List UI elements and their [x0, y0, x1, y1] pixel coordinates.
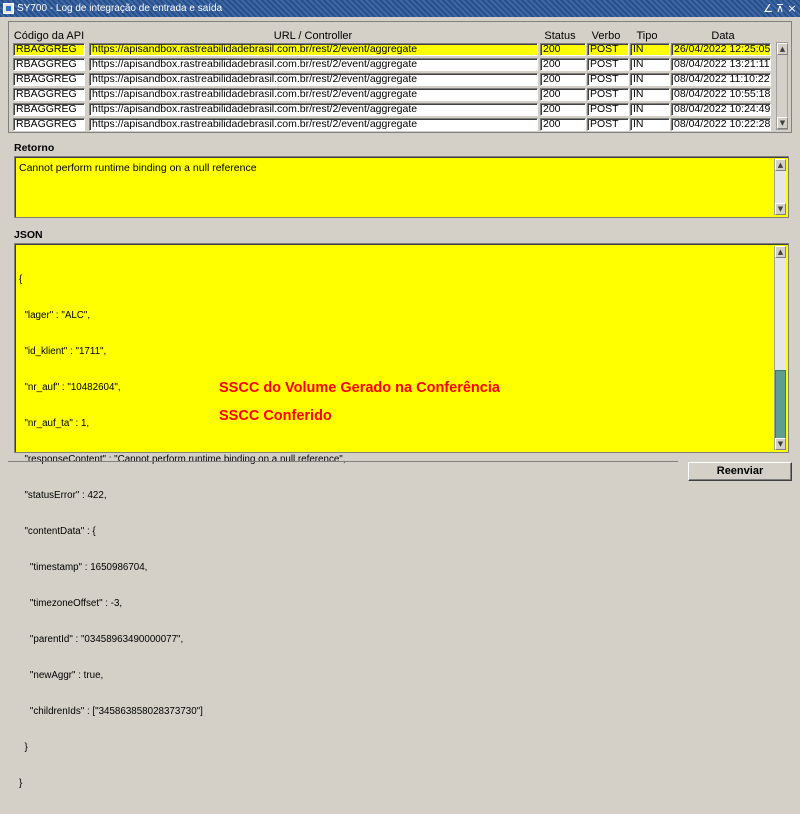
- annotation-children-sscc: SSCC Conferido: [219, 408, 332, 424]
- col-header-data: Data: [711, 30, 735, 42]
- table-row[interactable]: RBAGGREG https://apisandbox.rastreabilid…: [13, 58, 773, 71]
- maximize-icon[interactable]: ⊼: [775, 2, 785, 15]
- json-scrollbar[interactable]: ▲ ▼: [774, 246, 786, 450]
- cell-data[interactable]: 26/04/2022 12:25:05: [671, 43, 771, 56]
- json-textarea[interactable]: { "lager" : "ALC", "id_klient" : "1711",…: [14, 243, 789, 789]
- window-titlebar: SY700 - Log de integração de entrada e s…: [0, 0, 800, 17]
- cell-status[interactable]: 200: [540, 43, 586, 56]
- json-line: "id_klient" : "1711",: [19, 346, 107, 357]
- cell-verbo[interactable]: POST: [587, 118, 629, 131]
- cell-url[interactable]: https://apisandbox.rastreabilidadebrasil…: [89, 58, 538, 71]
- cell-codigo[interactable]: RBAGGREG: [13, 73, 85, 86]
- cell-verbo[interactable]: POST: [587, 103, 629, 116]
- table-row[interactable]: RBAGGREG https://apisandbox.rastreabilid…: [13, 118, 773, 131]
- scroll-down-icon[interactable]: ▼: [775, 438, 786, 450]
- cell-url[interactable]: https://apisandbox.rastreabilidadebrasil…: [89, 88, 538, 101]
- col-header-status: Status: [544, 30, 576, 42]
- json-line: "timezoneOffset" : -3,: [19, 598, 123, 609]
- cell-data[interactable]: 08/04/2022 10:22:28: [671, 118, 771, 131]
- window-title: SY700 - Log de integração de entrada e s…: [17, 3, 223, 14]
- retorno-text: Cannot perform runtime binding on a null…: [19, 162, 257, 174]
- json-line: }: [19, 778, 23, 789]
- table-row[interactable]: RBAGGREG https://apisandbox.rastreabilid…: [13, 43, 773, 56]
- cell-codigo[interactable]: RBAGGREG: [13, 58, 85, 71]
- col-header-tipo: Tipo: [636, 30, 658, 42]
- status-bar: [8, 461, 678, 462]
- json-line: "newAggr" : true,: [19, 670, 104, 681]
- json-line: "statusError" : 422,: [19, 490, 107, 501]
- json-line: "responseContent" : "Cannot perform runt…: [19, 454, 346, 465]
- cell-tipo[interactable]: IN: [630, 118, 670, 131]
- cell-data[interactable]: 08/04/2022 11:10:22: [671, 73, 771, 86]
- close-icon[interactable]: ×: [787, 2, 797, 15]
- json-line: "childrenIds" : ["345863858028373730"]: [19, 706, 203, 717]
- cell-url[interactable]: https://apisandbox.rastreabilidadebrasil…: [89, 118, 538, 131]
- cell-verbo[interactable]: POST: [587, 73, 629, 86]
- retorno-label: Retorno: [14, 142, 55, 154]
- reenviar-button[interactable]: Reenviar: [688, 462, 792, 481]
- grid-header: Código da API URL / Controller Status Ve…: [9, 30, 791, 43]
- cell-codigo[interactable]: RBAGGREG: [13, 103, 85, 116]
- cell-url[interactable]: https://apisandbox.rastreabilidadebrasil…: [89, 43, 538, 56]
- cell-tipo[interactable]: IN: [630, 103, 670, 116]
- cell-data[interactable]: 08/04/2022 10:55:18: [671, 88, 771, 101]
- retorno-scrollbar[interactable]: ▲ ▼: [774, 159, 786, 215]
- json-line: "contentData" : {: [19, 526, 96, 537]
- json-content: { "lager" : "ALC", "id_klient" : "1711",…: [19, 250, 346, 814]
- cell-tipo[interactable]: IN: [630, 73, 670, 86]
- cell-codigo[interactable]: RBAGGREG: [13, 118, 85, 131]
- cell-url[interactable]: https://apisandbox.rastreabilidadebrasil…: [89, 103, 538, 116]
- json-label: JSON: [14, 229, 43, 241]
- cell-status[interactable]: 200: [540, 118, 586, 131]
- cell-codigo[interactable]: RBAGGREG: [13, 88, 85, 101]
- cell-verbo[interactable]: POST: [587, 88, 629, 101]
- scroll-up-icon[interactable]: ▲: [775, 246, 786, 258]
- cell-verbo[interactable]: POST: [587, 43, 629, 56]
- minimize-icon[interactable]: ∠: [763, 2, 773, 15]
- cell-url[interactable]: https://apisandbox.rastreabilidadebrasil…: [89, 73, 538, 86]
- scroll-up-icon[interactable]: ▲: [777, 43, 788, 55]
- scroll-down-icon[interactable]: ▼: [777, 117, 788, 129]
- json-line: "parentId" : "03458963490000077",: [19, 634, 184, 645]
- log-grid: Código da API URL / Controller Status Ve…: [8, 21, 792, 133]
- cell-data[interactable]: 08/04/2022 13:21:11: [671, 58, 771, 71]
- col-header-url: URL / Controller: [273, 30, 353, 42]
- scroll-thumb[interactable]: [775, 370, 786, 440]
- col-header-verbo: Verbo: [591, 30, 621, 42]
- cell-status[interactable]: 200: [540, 103, 586, 116]
- app-icon: [3, 3, 14, 14]
- cell-status[interactable]: 200: [540, 88, 586, 101]
- col-header-codigo: Código da API: [13, 30, 85, 42]
- cell-data[interactable]: 08/04/2022 10:24:49: [671, 103, 771, 116]
- retorno-textarea[interactable]: Cannot perform runtime binding on a null…: [14, 156, 789, 218]
- table-row[interactable]: RBAGGREG https://apisandbox.rastreabilid…: [13, 88, 773, 101]
- json-line: {: [19, 274, 23, 285]
- cell-tipo[interactable]: IN: [630, 43, 670, 56]
- window-controls: ∠ ⊼ ×: [763, 2, 797, 15]
- annotation-parent-sscc: SSCC do Volume Gerado na Conferência: [219, 380, 500, 396]
- table-row[interactable]: RBAGGREG https://apisandbox.rastreabilid…: [13, 103, 773, 116]
- scroll-down-icon[interactable]: ▼: [775, 203, 786, 215]
- cell-status[interactable]: 200: [540, 58, 586, 71]
- cell-codigo[interactable]: RBAGGREG: [13, 43, 85, 56]
- scroll-up-icon[interactable]: ▲: [775, 159, 786, 171]
- cell-verbo[interactable]: POST: [587, 58, 629, 71]
- table-row[interactable]: RBAGGREG https://apisandbox.rastreabilid…: [13, 73, 773, 86]
- json-line: "timestamp" : 1650986704,: [19, 562, 148, 573]
- cell-tipo[interactable]: IN: [630, 58, 670, 71]
- cell-tipo[interactable]: IN: [630, 88, 670, 101]
- json-line: }: [19, 742, 28, 753]
- json-line: "lager" : "ALC",: [19, 310, 91, 321]
- grid-scrollbar[interactable]: ▲ ▼: [776, 42, 788, 130]
- cell-status[interactable]: 200: [540, 73, 586, 86]
